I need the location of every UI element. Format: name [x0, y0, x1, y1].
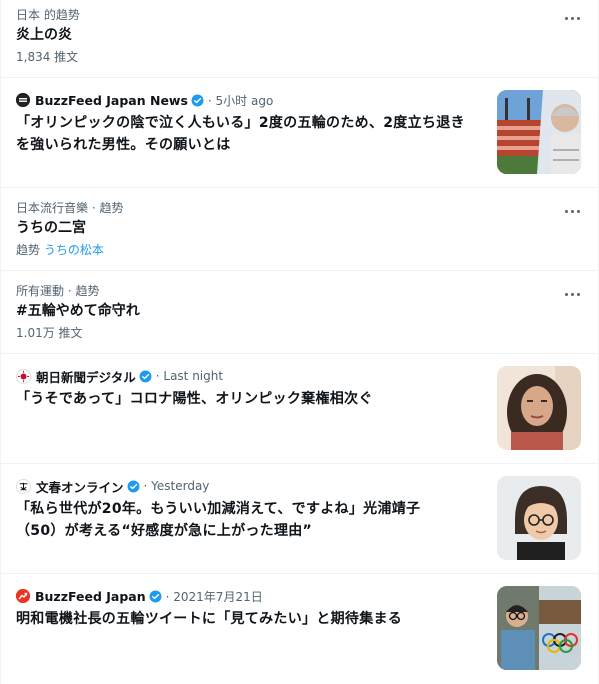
more-options-icon[interactable] [562, 204, 582, 218]
headline-line: を強いられた男性。その願いとは [16, 137, 231, 153]
news-source: BuzzFeed Japan · 2021年7月21日 [16, 587, 263, 605]
buzzfeed-news-logo-icon [16, 93, 30, 107]
trends-feed: 日本 的趋势 炎上の炎 1,834 推文 BuzzFeed Japan News… [0, 0, 599, 684]
trend-title[interactable]: #五輪やめて命守れ [16, 302, 140, 320]
trend-category: 日本流行音樂 · 趋势 [16, 201, 124, 215]
headline-line: （50）が考える“好感度が急に上がった理由” [16, 523, 313, 539]
trend-item[interactable]: 日本流行音樂 · 趋势 うちの二宮 趋势 うちの松本 [1, 188, 598, 271]
trend-tweet-count: 1.01万 推文 [16, 326, 83, 340]
headline-line: 「オリンピックの陰で泣く人もいる」2度の五輪のため、2度立ち退き [16, 115, 465, 131]
headline-line: 明和電機社長の五輪ツイートに「見てみたい」と期待集まる [16, 611, 403, 627]
verified-badge-icon [191, 94, 204, 106]
buzzfeed-logo-icon [16, 589, 30, 603]
trend-category: 所有運動 · 趋势 [16, 284, 100, 298]
trend-tweet-count: 1,834 推文 [16, 50, 79, 64]
news-item[interactable]: BuzzFeed Japan News · 5小时 ago 「オリンピックの陰で… [1, 78, 598, 188]
more-options-icon[interactable] [562, 287, 582, 301]
headline-line: 「私ら世代が20年。もういい加減消えて、ですよね」光浦靖子 [16, 501, 421, 517]
post-time: · 5小时 ago [207, 93, 274, 108]
news-item[interactable]: BuzzFeed Japan · 2021年7月21日 明和電機社長の五輪ツイー… [1, 574, 598, 684]
post-time: · Last night [155, 369, 224, 383]
asahi-logo-icon [16, 368, 31, 384]
trend-title[interactable]: うちの二宮 [16, 219, 86, 237]
trend-item[interactable]: 所有運動 · 趋势 #五輪やめて命守れ 1.01万 推文 [1, 271, 598, 354]
trend-related: 趋势 うちの松本 [16, 242, 104, 258]
man-and-olympic-rings-photo-icon [497, 586, 581, 670]
news-source: 朝日新聞デジタル · Last night [16, 367, 223, 385]
verified-badge-icon [149, 590, 162, 602]
headline-line: 「うそであって」コロナ陽性、オリンピック棄権相次ぐ [16, 391, 373, 407]
bunshun-logo-icon [16, 478, 31, 494]
news-headline: 「私ら世代が20年。もういい加減消えて、ですよね」光浦靖子 （50）が考える“好… [16, 498, 488, 542]
source-name: 文春オンライン [36, 479, 124, 495]
trend-related-prefix: 趋势 [16, 243, 41, 257]
trend-category: 日本 的趋势 [16, 8, 80, 22]
stadium-and-elderly-man-photo-icon [497, 90, 581, 174]
verified-badge-icon [127, 480, 139, 492]
news-source: 文春オンライン · Yesterday [16, 477, 209, 495]
trend-title[interactable]: 炎上の炎 [16, 26, 72, 44]
news-item[interactable]: 朝日新聞デジタル · Last night 「うそであって」コロナ陽性、オリンピ… [1, 354, 598, 464]
source-name: BuzzFeed Japan News [35, 92, 188, 108]
more-options-icon[interactable] [562, 11, 582, 25]
news-item[interactable]: 文春オンライン · Yesterday 「私ら世代が20年。もういい加減消えて、… [1, 464, 598, 574]
source-name: 朝日新聞デジタル [36, 369, 136, 385]
news-headline: 「オリンピックの陰で泣く人もいる」2度の五輪のため、2度立ち退き を強いられた男… [16, 112, 488, 156]
source-name: BuzzFeed Japan [35, 588, 146, 604]
woman-with-glasses-photo-icon [497, 476, 581, 560]
woman-video-call-photo-icon [497, 366, 581, 450]
trend-item[interactable]: 日本 的趋势 炎上の炎 1,834 推文 [1, 0, 598, 78]
news-headline: 「うそであって」コロナ陽性、オリンピック棄権相次ぐ [16, 388, 488, 410]
trend-related-link[interactable]: うちの松本 [44, 243, 104, 257]
news-source: BuzzFeed Japan News · 5小时 ago [16, 91, 273, 109]
post-time: · 2021年7月21日 [165, 589, 263, 604]
news-headline: 明和電機社長の五輪ツイートに「見てみたい」と期待集まる [16, 608, 488, 630]
verified-badge-icon [139, 370, 152, 382]
post-time: · Yesterday [143, 479, 210, 493]
